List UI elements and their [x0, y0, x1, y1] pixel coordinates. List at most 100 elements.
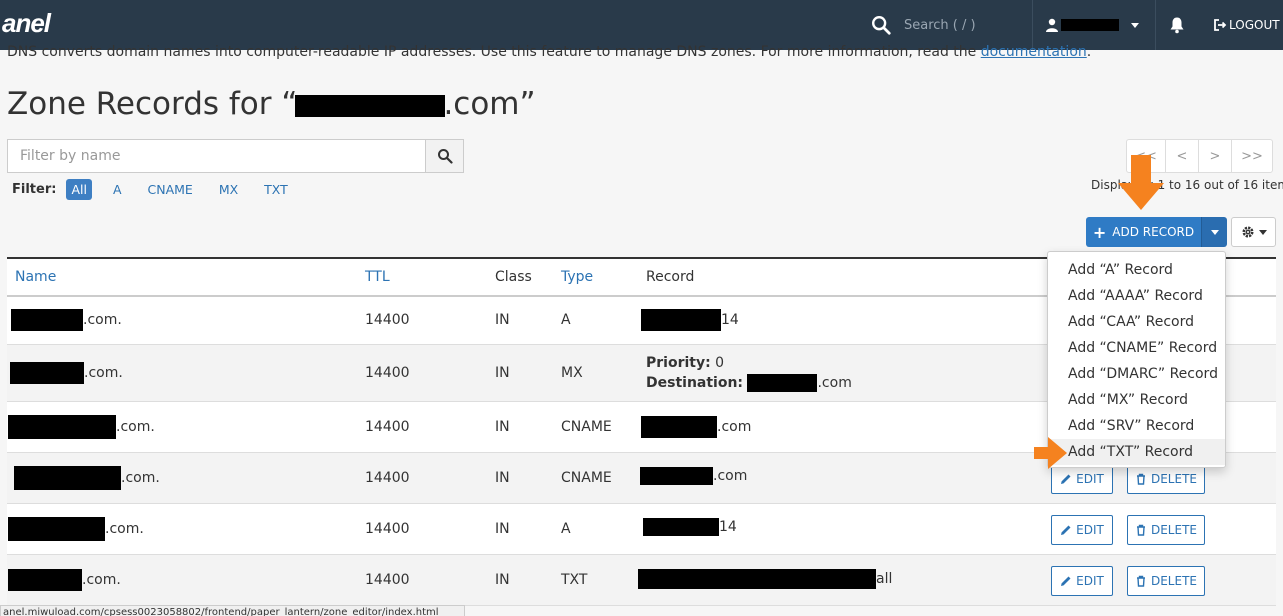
chevron-down-icon — [1131, 22, 1139, 28]
record-name: .com. — [10, 362, 123, 384]
record-class: IN — [495, 572, 510, 588]
add-record-button[interactable]: + ADD RECORD — [1086, 217, 1201, 247]
record-type: CNAME — [561, 470, 612, 486]
user-menu[interactable] — [1032, 0, 1156, 50]
filter-search-button[interactable] — [425, 139, 464, 173]
header-class: Class — [495, 269, 532, 285]
record-name: .com. — [8, 415, 155, 439]
redacted-value — [638, 569, 876, 589]
table-row: .com. 14400 IN TXT all EDIT DELETE — [7, 555, 1276, 606]
filter-input[interactable] — [7, 139, 425, 173]
menu-item-add-a[interactable]: Add “A” Record — [1048, 257, 1225, 283]
redacted-name — [8, 415, 116, 439]
priority-value: 0 — [715, 355, 725, 371]
pencil-icon — [1061, 525, 1071, 535]
record-ttl: 14400 — [365, 572, 410, 588]
header-name[interactable]: Name — [15, 269, 56, 285]
redacted-name — [14, 466, 121, 490]
pager-prev-button[interactable]: < — [1165, 139, 1199, 173]
record-type: TXT — [561, 572, 588, 588]
record-value-suffix: 14 — [719, 519, 737, 535]
pager-next-button[interactable]: > — [1198, 139, 1232, 173]
logout-label: LOGOUT — [1229, 18, 1280, 32]
add-record-dropdown-toggle[interactable] — [1201, 217, 1227, 247]
intro-tail: . — [1086, 44, 1092, 60]
add-record-menu: Add “A” Record Add “AAAA” Record Add “CA… — [1047, 251, 1226, 468]
record-ttl: 14400 — [365, 419, 410, 435]
record-name-suffix: .com. — [105, 521, 144, 537]
trash-icon — [1136, 473, 1145, 485]
documentation-link[interactable]: documentation — [981, 44, 1087, 60]
record-type: A — [561, 312, 571, 328]
redacted-name — [8, 569, 82, 591]
trash-icon — [1136, 524, 1145, 536]
intro-text: DNS converts domain names into computer-… — [7, 44, 1091, 60]
menu-item-add-mx[interactable]: Add “MX” Record — [1048, 387, 1225, 413]
menu-item-add-srv[interactable]: Add “SRV” Record — [1048, 413, 1225, 439]
record-type: MX — [561, 365, 583, 381]
mx-destination: Destination: .com — [646, 373, 852, 393]
redacted-domain — [295, 95, 446, 117]
destination-label: Destination: — [646, 375, 744, 391]
cpanel-logo[interactable]: anel — [2, 8, 51, 39]
mx-record-value: Priority: 0 Destination: .com — [646, 353, 852, 393]
menu-item-add-dmarc[interactable]: Add “DMARC” Record — [1048, 361, 1225, 387]
record-name-suffix: .com. — [84, 365, 123, 381]
record-name-suffix: .com. — [83, 312, 122, 328]
pager-last-button[interactable]: >> — [1231, 139, 1273, 173]
record-value-suffix: .com — [817, 375, 852, 391]
record-name-suffix: .com. — [121, 470, 160, 486]
record-name-suffix: .com. — [82, 572, 121, 588]
settings-dropdown-button[interactable] — [1231, 217, 1276, 247]
record-class: IN — [495, 365, 510, 381]
user-icon — [1046, 18, 1058, 32]
redacted-value — [641, 416, 717, 438]
search-input[interactable] — [902, 16, 1032, 34]
record-value: 14 — [643, 518, 737, 536]
delete-button[interactable]: DELETE — [1127, 566, 1205, 596]
record-ttl: 14400 — [365, 312, 410, 328]
redacted-value — [643, 518, 719, 536]
edit-button[interactable]: EDIT — [1051, 566, 1113, 596]
redacted-username — [1061, 19, 1119, 31]
record-type: CNAME — [561, 419, 612, 435]
filter-tab-all[interactable]: All — [66, 179, 92, 200]
logout-button[interactable]: LOGOUT — [1213, 0, 1280, 50]
chevron-down-icon — [1210, 229, 1219, 235]
redacted-value — [640, 467, 713, 485]
record-name: .com. — [8, 569, 121, 591]
record-value-suffix: 14 — [721, 312, 739, 328]
bell-icon[interactable] — [1168, 16, 1186, 34]
search-icon — [872, 16, 891, 35]
intro-sentence: DNS converts domain names into computer-… — [7, 44, 981, 60]
edit-label: EDIT — [1076, 523, 1104, 537]
delete-button[interactable]: DELETE — [1127, 515, 1205, 545]
edit-label: EDIT — [1076, 574, 1104, 588]
record-class: IN — [495, 470, 510, 486]
filter-tab-mx[interactable]: MX — [214, 179, 243, 200]
header-ttl[interactable]: TTL — [365, 269, 390, 285]
header-type[interactable]: Type — [561, 269, 593, 285]
record-ttl: 14400 — [365, 521, 410, 537]
delete-label: DELETE — [1150, 472, 1197, 486]
menu-item-add-caa[interactable]: Add “CAA” Record — [1048, 309, 1225, 335]
edit-button[interactable]: EDIT — [1051, 515, 1113, 545]
record-type: A — [561, 521, 571, 537]
filter-tab-txt[interactable]: TXT — [259, 179, 293, 200]
record-value-suffix: .com — [717, 419, 752, 435]
record-name: .com. — [8, 517, 144, 541]
menu-item-add-cname[interactable]: Add “CNAME” Record — [1048, 335, 1225, 361]
filter-tab-cname[interactable]: CNAME — [143, 179, 198, 200]
global-search[interactable] — [870, 0, 1032, 50]
annotation-arrow-right-icon — [1034, 437, 1067, 469]
header-record: Record — [646, 269, 695, 285]
filter-tab-a[interactable]: A — [108, 179, 127, 200]
record-ttl: 14400 — [365, 470, 410, 486]
delete-button[interactable]: DELETE — [1127, 464, 1205, 494]
record-value-suffix: all — [876, 571, 893, 587]
menu-item-add-txt[interactable]: Add “TXT” Record — [1048, 439, 1225, 465]
menu-item-add-aaaa[interactable]: Add “AAAA” Record — [1048, 283, 1225, 309]
redacted-name — [10, 362, 84, 384]
plus-icon: + — [1092, 222, 1107, 242]
filter-type-row: Filter: All A CNAME MX TXT — [12, 179, 309, 200]
